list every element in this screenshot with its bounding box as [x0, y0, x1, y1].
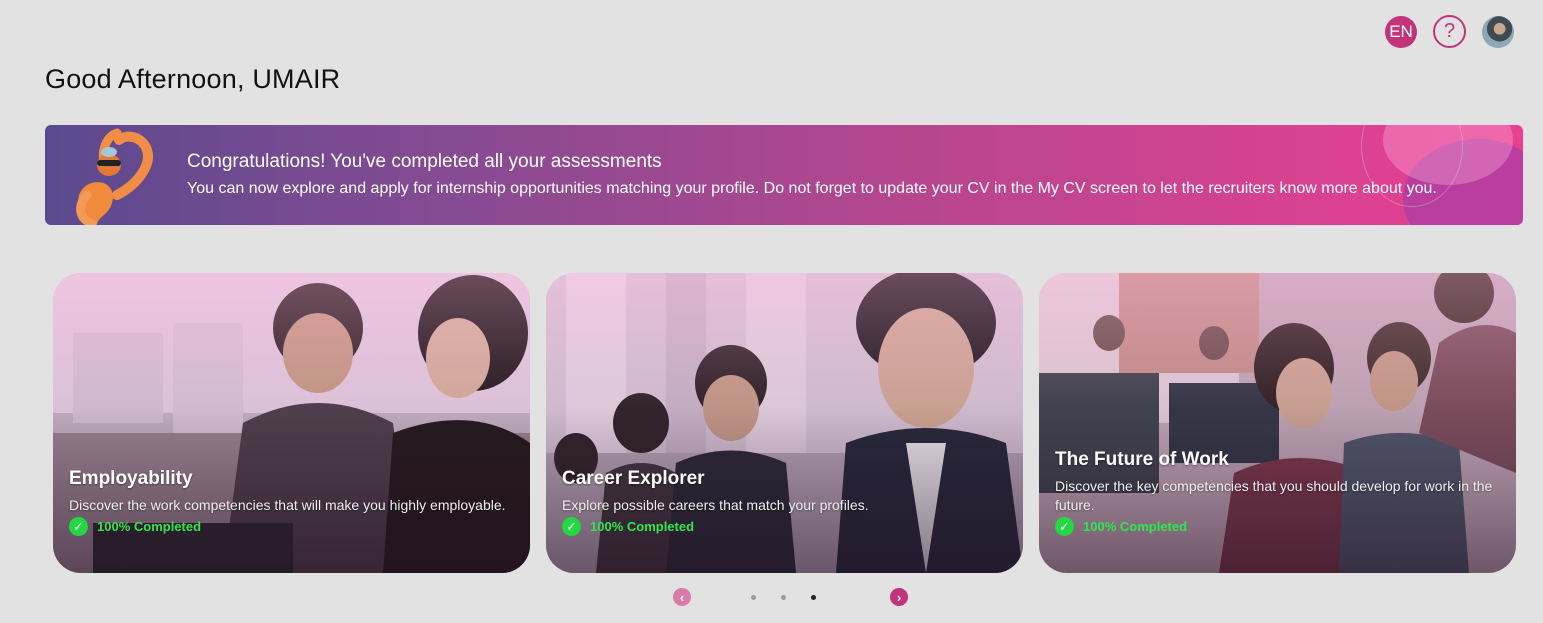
card-title: Employability [69, 468, 193, 489]
carousel-nav: ‹ › [673, 588, 909, 606]
card-content: The Future of Work Discover the key comp… [1055, 449, 1496, 515]
chevron-left-icon[interactable]: ‹ [673, 588, 691, 606]
top-controls: EN ? [1385, 15, 1514, 48]
check-circle-icon: ✓ [562, 517, 581, 536]
card-description: Explore possible careers that match your… [562, 497, 869, 513]
card-title: The Future of Work [1055, 449, 1229, 470]
card-description: Discover the key competencies that you s… [1055, 478, 1493, 513]
avatar[interactable] [1482, 15, 1514, 48]
card-status: ✓ 100% Completed [1055, 517, 1187, 536]
carousel-dot[interactable] [781, 595, 786, 600]
assessment-cards: Employability Discover the work competen… [53, 273, 1516, 573]
carousel-dot[interactable] [751, 595, 756, 600]
banner-text: You can now explore and apply for intern… [187, 180, 1437, 197]
check-circle-icon: ✓ [1055, 517, 1074, 536]
card-status: ✓ 100% Completed [562, 517, 694, 536]
card-description: Discover the work competencies that will… [69, 497, 506, 513]
help-icon[interactable]: ? [1433, 15, 1466, 48]
card-status: ✓ 100% Completed [69, 517, 201, 536]
card-future-of-work[interactable]: The Future of Work Discover the key comp… [1039, 273, 1516, 573]
card-status-label: 100% Completed [1083, 519, 1188, 534]
card-status-label: 100% Completed [590, 519, 695, 534]
congratulations-banner: Congratulations! You've completed all yo… [45, 125, 1523, 225]
card-content: Career Explorer Explore possible careers… [562, 468, 1003, 515]
language-button[interactable]: EN [1385, 15, 1417, 48]
card-career-explorer[interactable]: Career Explorer Explore possible careers… [546, 273, 1023, 573]
banner-title: Congratulations! You've completed all yo… [187, 151, 662, 172]
carousel-dot-active[interactable] [811, 595, 816, 600]
page-title: Good Afternoon, UMAIR [45, 64, 341, 94]
chevron-right-icon[interactable]: › [890, 588, 908, 606]
card-status-label: 100% Completed [97, 519, 202, 534]
card-content: Employability Discover the work competen… [69, 468, 510, 515]
check-circle-icon: ✓ [69, 517, 88, 536]
mascot-illustration [76, 128, 153, 225]
card-employability[interactable]: Employability Discover the work competen… [53, 273, 530, 573]
card-title: Career Explorer [562, 468, 705, 489]
